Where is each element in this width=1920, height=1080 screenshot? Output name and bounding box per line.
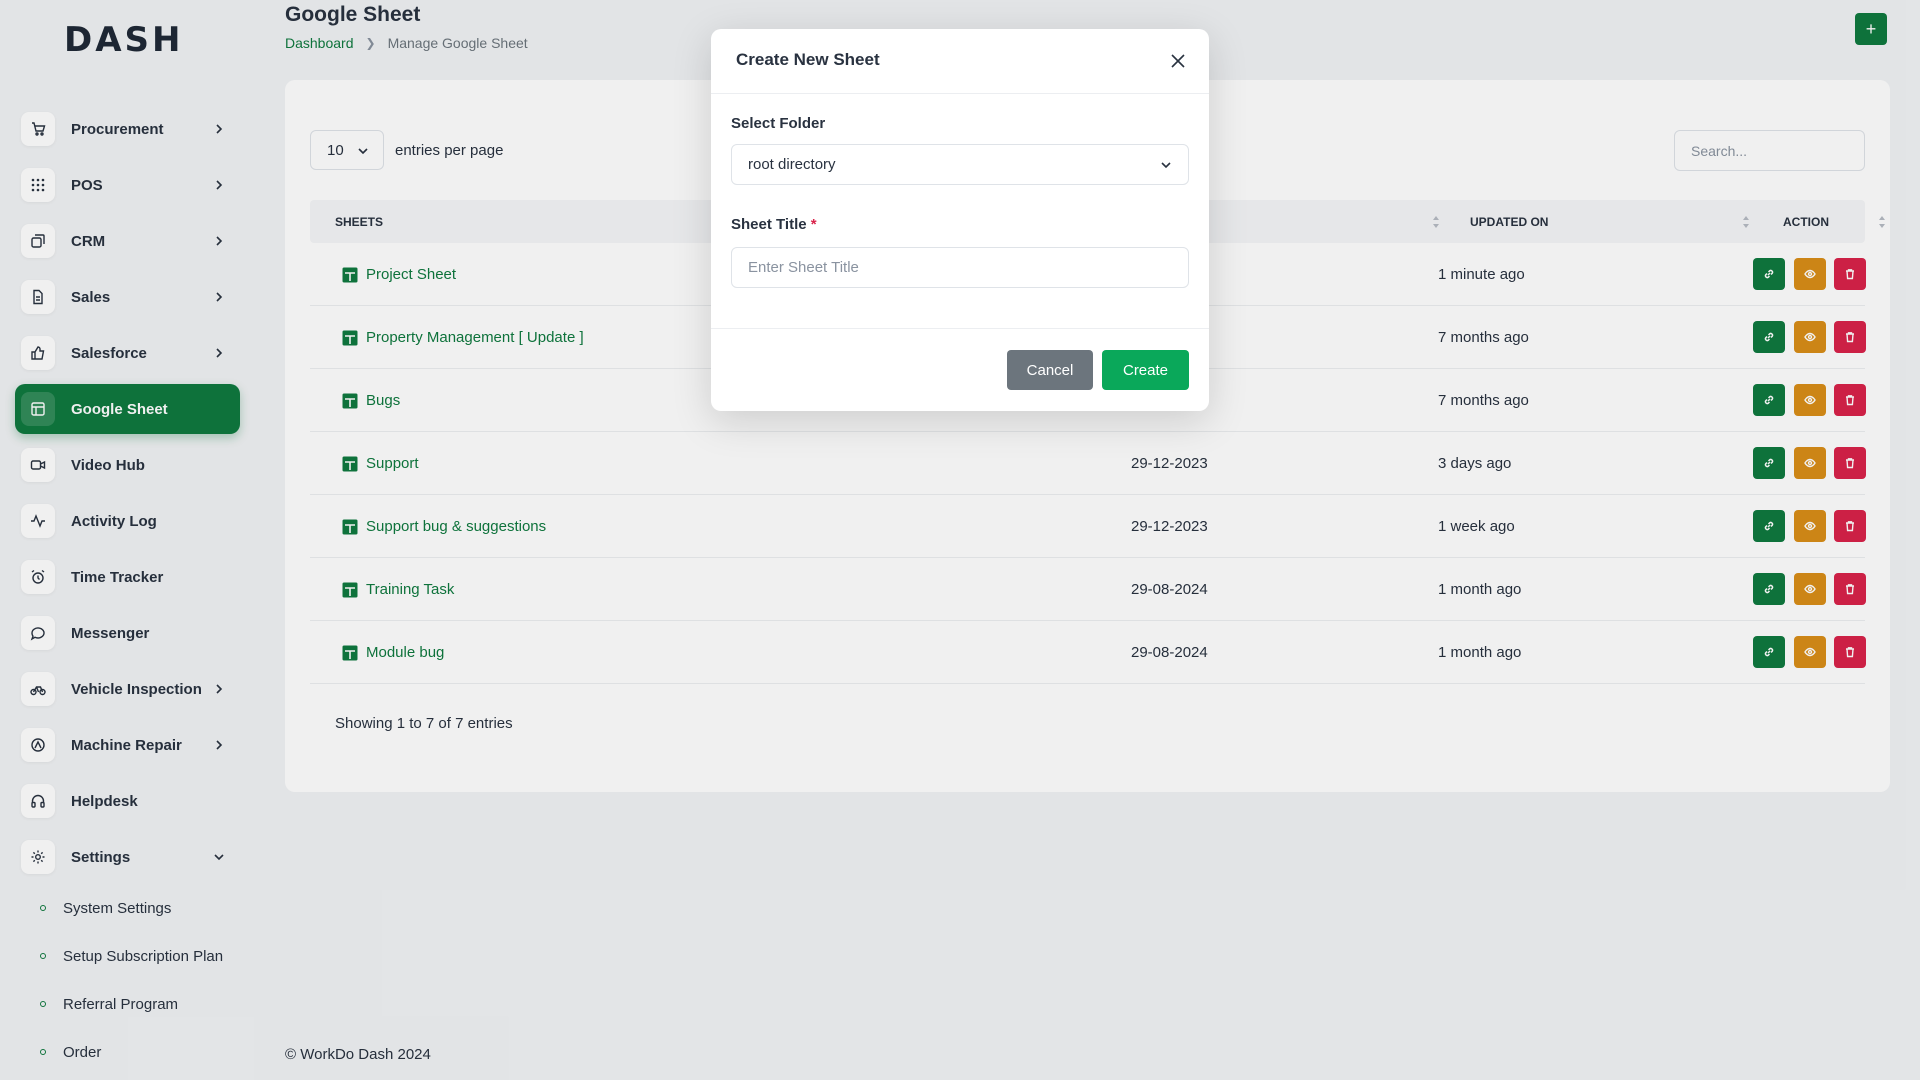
- modal-footer: Cancel Create: [711, 328, 1209, 411]
- folder-select[interactable]: root directory: [731, 144, 1189, 185]
- modal-header: Create New Sheet: [711, 29, 1209, 94]
- cancel-button[interactable]: Cancel: [1007, 350, 1093, 390]
- sheet-title-input[interactable]: Enter Sheet Title: [731, 247, 1189, 288]
- modal-title: Create New Sheet: [736, 50, 880, 69]
- create-sheet-modal: Create New Sheet Select Folder root dire…: [711, 29, 1209, 411]
- select-folder-label: Select Folder: [731, 115, 826, 132]
- create-button[interactable]: Create: [1102, 350, 1189, 390]
- close-icon[interactable]: [1167, 50, 1189, 72]
- chevron-down-icon: [1161, 162, 1171, 169]
- sheet-title-label: Sheet Title *: [731, 216, 817, 233]
- sheet-title-label-text: Sheet Title: [731, 216, 807, 233]
- folder-select-value: root directory: [748, 156, 836, 173]
- required-marker: *: [810, 216, 817, 233]
